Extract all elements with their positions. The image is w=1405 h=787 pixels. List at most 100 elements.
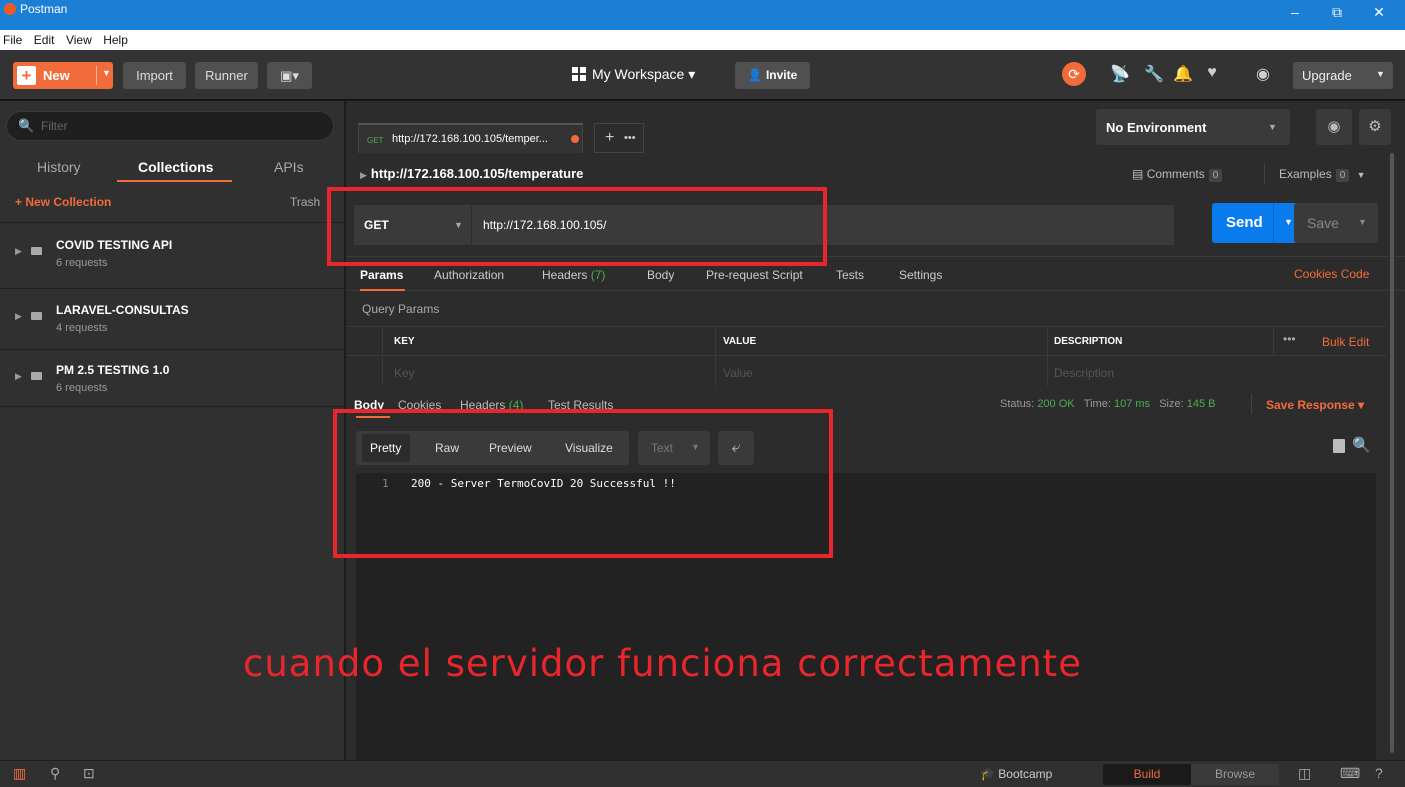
minimize-button[interactable]: – [1278,0,1312,30]
import-button[interactable]: Import [123,62,186,89]
runner-button[interactable]: Runner [195,62,258,89]
more-icon[interactable]: ••• [624,132,636,144]
bell-icon[interactable]: 🔔 [1172,64,1194,84]
breadcrumb[interactable]: ▶ http://172.168.100.105/temperature [360,166,583,181]
collection-item[interactable]: ▶ COVID TESTING API 6 requests [0,230,345,288]
postman-logo-icon [4,3,16,15]
value-input[interactable]: Value [723,366,753,380]
workspace-selector[interactable]: My Workspace ▾ [572,66,695,83]
cookies-code-links[interactable]: Cookies Code [1294,267,1369,281]
menu-help[interactable]: Help [103,30,128,50]
key-input[interactable]: Key [394,366,415,380]
save-button[interactable]: Save ▼ [1294,203,1378,243]
environment-select[interactable]: No Environment ▼ [1096,109,1290,145]
annotation-box-request [327,187,827,266]
close-button[interactable]: ✕ [1362,0,1396,30]
tab-tests[interactable]: Tests [836,268,864,282]
upgrade-button[interactable]: Upgrade ▼ [1293,62,1393,89]
upgrade-label: Upgrade [1302,68,1352,83]
maximize-button[interactable]: ⧉ [1320,0,1354,30]
annotation-caption: cuando el servidor funciona correctament… [243,642,1082,685]
tab-collections[interactable]: Collections [138,159,213,175]
trash-link[interactable]: Trash [290,195,320,209]
request-tab[interactable]: GET http://172.168.100.105/temper... [358,123,583,153]
wrench-icon[interactable]: 🔧 [1143,64,1165,84]
keyboard-icon[interactable]: ⌨ [1340,765,1360,782]
collection-name: PM 2.5 TESTING 1.0 [56,363,170,377]
status-bar: ▥ ⚲ ⊡ 🎓 Bootcamp Build Browse ◫ ⌨ ? [0,760,1405,787]
response-status: Status: 200 OK Time: 107 ms Size: 145 B [1000,398,1215,410]
new-collection-button[interactable]: + New Collection [15,195,111,209]
chevron-down-icon[interactable]: ▼ [1284,217,1293,227]
tab-headers[interactable]: Headers (7) [542,268,605,282]
comment-icon: ▤ [1132,167,1144,181]
bootcamp-link[interactable]: 🎓 Bootcamp [980,767,1052,781]
headers-count: (7) [590,268,606,282]
plus-icon: + [17,66,36,85]
heart-icon[interactable]: ♥ [1201,64,1223,82]
examples-button[interactable]: Examples 0 ▼ [1279,167,1366,182]
examples-label: Examples [1279,167,1332,181]
search-icon: 🔍 [18,118,35,133]
column-header-key: KEY [394,336,415,347]
collection-item[interactable]: ▶ PM 2.5 TESTING 1.0 6 requests [0,355,345,413]
two-pane-icon[interactable]: ◫ [1298,765,1311,782]
send-button[interactable]: Send ▼ [1212,203,1306,243]
help-icon[interactable]: ? [1375,765,1383,781]
tab-prerequest-script[interactable]: Pre-request Script [706,268,803,282]
search-icon[interactable]: ⚲ [50,765,60,782]
scrollbar[interactable] [1390,153,1394,753]
folder-icon [31,372,42,380]
chevron-right-icon: ▶ [360,170,367,180]
comments-count: 0 [1208,169,1223,182]
menu-view[interactable]: View [66,30,92,50]
chevron-down-icon: ▼ [1356,170,1366,180]
comments-label: Comments [1146,167,1205,181]
more-icon[interactable]: ••• [1283,332,1296,346]
tab-body[interactable]: Body [647,268,674,282]
invite-button[interactable]: 👤 Invite [735,62,810,89]
tab-history[interactable]: History [37,159,81,175]
sync-icon[interactable]: ⟳ [1062,62,1086,86]
description-input[interactable]: Description [1054,366,1114,380]
add-tab-icon[interactable]: + [605,129,614,147]
bulk-edit-link[interactable]: Bulk Edit [1322,335,1369,349]
chevron-down-icon[interactable]: ▼ [1358,217,1367,227]
new-button[interactable]: + New ▼ [13,62,113,89]
menu-edit[interactable]: Edit [34,30,55,50]
copy-icon[interactable] [1333,439,1345,453]
chevron-down-icon: ▼ [1376,69,1385,79]
build-tab[interactable]: Build [1103,764,1191,785]
chevron-down-icon[interactable]: ▼ [102,68,111,78]
collection-count: 6 requests [56,382,108,394]
collection-item[interactable]: ▶ LARAVEL-CONSULTAS 4 requests [0,295,345,353]
workspace-grid-icon [572,67,586,81]
tab-apis[interactable]: APIs [274,159,304,175]
chevron-right-icon[interactable]: ▶ [15,246,22,257]
comments-button[interactable]: ▤ Comments 0 [1132,167,1223,182]
sidebar-toggle-icon[interactable]: ▥ [13,765,26,782]
console-icon[interactable]: ⊡ [83,765,95,782]
save-response-button[interactable]: Save Response ▾ [1266,398,1364,412]
menu-file[interactable]: File [3,30,22,50]
column-header-value: VALUE [723,336,757,347]
browse-tab[interactable]: Browse [1191,764,1279,785]
tab-params[interactable]: Params [360,268,403,282]
eye-icon[interactable]: ◉ [1316,109,1352,145]
folder-icon [31,312,42,320]
tab-authorization[interactable]: Authorization [434,268,504,282]
save-label: Save [1307,215,1339,231]
time-value: 107 ms [1113,398,1151,410]
search-icon[interactable]: 🔍 [1352,436,1371,454]
satellite-icon[interactable]: 📡 [1109,64,1131,84]
gear-icon[interactable]: ⚙ [1359,109,1391,145]
chevron-right-icon[interactable]: ▶ [15,371,22,382]
avatar[interactable]: ◉ [1252,64,1274,84]
filter-input[interactable]: 🔍 Filter [6,111,334,141]
window-title: Postman [20,2,68,16]
tab-settings[interactable]: Settings [899,268,942,282]
query-params-table: KEY VALUE DESCRIPTION ••• Bulk Edit Key … [346,326,1386,386]
new-window-button[interactable]: ▣▾ [267,62,312,89]
new-window-icon: ▣▾ [280,68,299,83]
chevron-right-icon[interactable]: ▶ [15,311,22,322]
